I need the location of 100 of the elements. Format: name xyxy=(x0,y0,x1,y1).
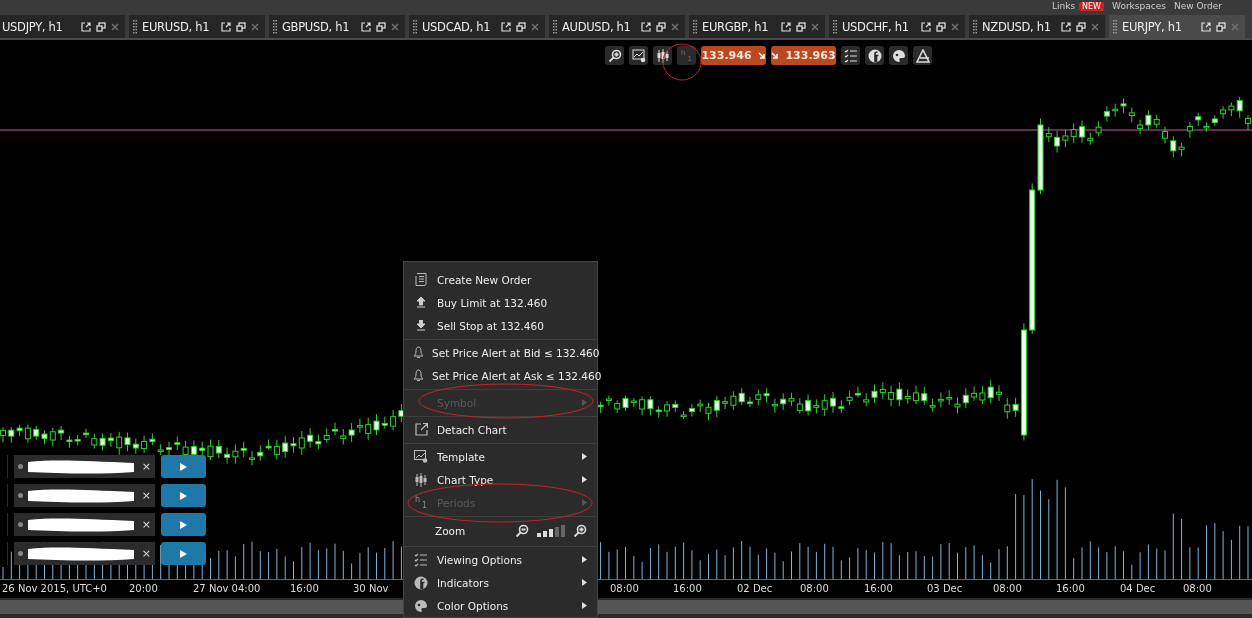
zoom-level-meter[interactable] xyxy=(537,525,565,537)
close-icon[interactable] xyxy=(251,22,259,31)
close-icon[interactable] xyxy=(111,22,119,31)
menu-item[interactable]: Color Options xyxy=(404,594,597,617)
windows-icon[interactable] xyxy=(376,21,386,32)
windows-icon[interactable] xyxy=(656,21,666,32)
play-button[interactable] xyxy=(161,455,206,478)
indicators-button[interactable] xyxy=(865,46,884,65)
chart-tab[interactable]: EURUSD, h1 xyxy=(129,15,265,38)
drawing-tools-button[interactable] xyxy=(913,46,932,65)
chart-tab[interactable]: GBPUSD, h1 xyxy=(269,15,405,38)
windows-icon[interactable] xyxy=(96,21,106,32)
candle xyxy=(1162,126,1168,144)
bell-icon xyxy=(413,346,424,359)
quick-order-panel[interactable]: × xyxy=(14,455,155,478)
menu-item[interactable]: Create New Order xyxy=(404,268,597,291)
menu-item[interactable]: Template xyxy=(404,445,597,468)
chart-tab[interactable]: EURJPY, h1 xyxy=(1109,15,1245,38)
detach-icon[interactable] xyxy=(641,21,651,32)
new-badge: NEW xyxy=(1079,1,1105,11)
candle xyxy=(1079,120,1085,144)
windows-icon[interactable] xyxy=(796,21,806,32)
grip-icon[interactable] xyxy=(273,19,277,34)
chart-tab[interactable]: USDCAD, h1 xyxy=(409,15,545,38)
play-icon xyxy=(180,549,187,558)
header-link[interactable]: Links xyxy=(1051,1,1076,11)
close-button[interactable]: × xyxy=(141,489,151,502)
close-button[interactable]: × xyxy=(141,460,151,473)
time-axis-label: 27 Nov 04:00 xyxy=(193,583,261,594)
download-icon xyxy=(416,320,426,331)
grip-icon[interactable] xyxy=(133,19,137,34)
status-dot-icon xyxy=(18,522,23,527)
quick-order-panel[interactable]: × xyxy=(14,513,155,536)
chart-tab[interactable]: USDJPY, h1 xyxy=(0,15,125,38)
close-icon[interactable] xyxy=(951,22,959,31)
close-icon[interactable] xyxy=(391,22,399,31)
chart-tab[interactable]: AUDUSD, h1 xyxy=(549,15,685,38)
candle xyxy=(249,450,255,466)
detach-icon[interactable] xyxy=(501,21,511,32)
chart-tab[interactable]: NZDUSD, h1 xyxy=(969,15,1105,38)
time-axis-label: 04 Dec xyxy=(1120,583,1156,594)
grip-icon[interactable] xyxy=(413,19,417,34)
windows-icon[interactable] xyxy=(1216,21,1226,32)
menu-item[interactable]: Indicators xyxy=(404,571,597,594)
zoom-in-icon[interactable] xyxy=(573,524,587,538)
time-axis-label: 08:00 xyxy=(610,583,639,594)
detach-icon[interactable] xyxy=(781,21,791,32)
palette-icon xyxy=(414,598,428,613)
windows-icon[interactable] xyxy=(516,21,526,32)
document-icon xyxy=(415,273,427,286)
menu-item[interactable]: Chart Type xyxy=(404,468,597,491)
grip-icon[interactable] xyxy=(973,19,977,34)
detach-icon[interactable] xyxy=(1201,21,1211,32)
status-dot-icon xyxy=(18,464,23,469)
bid-price-button[interactable]: 133.946 xyxy=(701,46,766,65)
time-axis-label: 30 Nov xyxy=(353,583,389,594)
close-icon[interactable] xyxy=(1091,22,1099,31)
play-button[interactable] xyxy=(161,513,206,536)
play-button[interactable] xyxy=(161,542,206,565)
candle xyxy=(1186,121,1193,139)
quick-order-panel[interactable]: × xyxy=(14,484,155,507)
header-link[interactable]: New Order xyxy=(1173,1,1222,11)
windows-icon[interactable] xyxy=(1076,21,1086,32)
status-dot-icon xyxy=(18,551,23,556)
menu-item[interactable]: Set Price Alert at Bid ≤ 132.460 xyxy=(404,341,597,364)
menu-item[interactable]: Viewing Options xyxy=(404,548,597,571)
grip-icon[interactable] xyxy=(833,19,837,34)
close-button[interactable]: × xyxy=(141,518,151,531)
palette-button[interactable] xyxy=(889,46,908,65)
chart-tab[interactable]: USDCHF, h1 xyxy=(829,15,965,38)
detach-icon[interactable] xyxy=(81,21,91,32)
menu-item[interactable]: Detach Chart xyxy=(404,418,597,441)
template-button[interactable] xyxy=(629,46,648,65)
chart-type-button[interactable] xyxy=(653,46,672,65)
detach-icon[interactable] xyxy=(361,21,371,32)
quick-order-panel[interactable]: × xyxy=(14,542,155,565)
grip-icon[interactable] xyxy=(553,19,557,34)
close-button[interactable]: × xyxy=(141,547,151,560)
detach-icon[interactable] xyxy=(921,21,931,32)
grip-icon[interactable] xyxy=(693,19,697,34)
menu-item[interactable]: Sell Stop at 132.460 xyxy=(404,314,597,337)
ask-price-button[interactable]: 133.963 xyxy=(771,46,836,65)
zoom-in-button[interactable] xyxy=(605,46,624,65)
windows-icon[interactable] xyxy=(236,21,246,32)
zoom-out-icon[interactable] xyxy=(515,524,529,538)
close-icon[interactable] xyxy=(531,22,539,31)
chart-tab[interactable]: EURGBP, h1 xyxy=(689,15,825,38)
close-icon[interactable] xyxy=(671,22,679,31)
time-axis-label: 20:00 xyxy=(129,583,158,594)
play-button[interactable] xyxy=(161,484,206,507)
close-icon[interactable] xyxy=(811,22,819,31)
menu-item[interactable]: Buy Limit at 132.460 xyxy=(404,291,597,314)
windows-icon[interactable] xyxy=(936,21,946,32)
header-link[interactable]: Workspaces xyxy=(1112,1,1166,11)
detach-icon[interactable] xyxy=(1061,21,1071,32)
grip-icon[interactable] xyxy=(1113,19,1117,34)
candle xyxy=(913,385,919,405)
candle xyxy=(747,396,753,408)
detach-icon[interactable] xyxy=(221,21,231,32)
checklist-button[interactable] xyxy=(841,46,860,65)
